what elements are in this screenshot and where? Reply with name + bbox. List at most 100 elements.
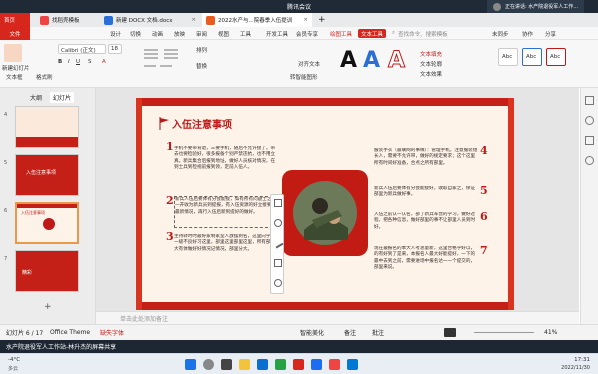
notes-placeholder: 单击此处添加备注 — [120, 315, 169, 323]
font-color-button[interactable]: A — [102, 59, 106, 65]
design-icon[interactable] — [585, 136, 594, 145]
text-fill-button[interactable]: 文本填充 — [420, 50, 442, 58]
wps-icon[interactable] — [293, 359, 304, 370]
zoom-slider[interactable] — [474, 332, 534, 333]
tab-presentation[interactable]: 2022水产与...院春季入伍提训 × — [202, 13, 312, 27]
menu-transition[interactable]: 切换 — [130, 27, 141, 40]
zoom-level[interactable]: 41% — [544, 329, 557, 336]
new-slide-icon[interactable] — [4, 44, 22, 62]
meeting-icon[interactable] — [311, 359, 322, 370]
layers-icon[interactable] — [274, 199, 282, 207]
menu-slideshow[interactable]: 放映 — [174, 27, 185, 40]
taskview-icon[interactable] — [221, 359, 232, 370]
help-icon[interactable] — [585, 156, 594, 165]
paragraph-2-selected[interactable]: 新兵人伍后要体有分会能接，如有所有问题士之开一开收为新兵员到提报，有入伍资源的好… — [174, 196, 278, 228]
shape-icon[interactable] — [274, 219, 282, 227]
new-slide-label[interactable]: 新建幻灯片 — [2, 64, 30, 72]
tab-docx[interactable]: 新建 DOCX 文档.docx × — [100, 13, 200, 27]
text-style-black[interactable]: A — [340, 48, 357, 73]
clock-date[interactable]: 2022/11/30 — [561, 365, 590, 371]
shape-style-1[interactable]: Abc — [498, 48, 518, 66]
add-slide-button[interactable]: + — [44, 302, 52, 312]
missing-fonts[interactable]: 缺失字体 — [100, 328, 124, 337]
paragraph-7[interactable]: 现在最报名的本大人考总量新，这里合格学好以，的有好到了是来，本报名人最大好能提好… — [374, 246, 478, 284]
start-icon[interactable] — [185, 359, 196, 370]
italic-button[interactable]: I — [68, 59, 70, 65]
collaborate-button[interactable]: 协作 — [522, 27, 533, 40]
search-icon[interactable] — [203, 359, 214, 370]
menu-developer[interactable]: 开发工具 — [266, 27, 288, 40]
text-style-outline[interactable]: A — [387, 48, 405, 74]
file-menu-button[interactable]: 文件 — [0, 27, 30, 40]
menu-drawing-tools[interactable]: 绘图工具 — [330, 27, 352, 40]
slide-thumbnail[interactable]: 入伍注意事项 — [15, 154, 79, 196]
slide-title[interactable]: 入伍注意事项 — [172, 116, 232, 131]
slide-thumbnail[interactable] — [15, 106, 79, 148]
animation-icon[interactable] — [585, 116, 594, 125]
format-painter-label[interactable]: 格式刷 — [36, 73, 53, 81]
menu-review[interactable]: 审阅 — [196, 27, 207, 40]
close-icon[interactable]: × — [191, 17, 196, 23]
settings-icon[interactable] — [274, 279, 282, 287]
menu-member[interactable]: 会员专享 — [296, 27, 318, 40]
tab-docer-templates[interactable]: 找稻壳模板 — [36, 13, 96, 27]
notes-button[interactable]: 备注 — [344, 328, 356, 337]
tab-outline[interactable]: 大纲 — [30, 93, 42, 102]
bold-button[interactable]: B — [58, 59, 62, 65]
tab-label: 2022水产与...院春季入伍提训 — [218, 18, 293, 24]
paragraph-1[interactable]: 手机不要带背退，三要手机，随后不允许接了。带去也要检验好，很多报备个别严禁违抗，… — [174, 146, 278, 190]
ppt-icon — [206, 15, 215, 25]
new-tab-button[interactable]: + — [314, 13, 326, 27]
text-effect-button[interactable]: 文本效果 — [420, 70, 442, 78]
menu-design[interactable]: 设计 — [110, 27, 121, 40]
command-search[interactable]: ⌕ 查找命令、搜索模板 — [392, 27, 448, 40]
play-icon[interactable] — [444, 328, 456, 337]
central-photo[interactable] — [282, 170, 368, 256]
menu-tools[interactable]: 工具 — [240, 27, 251, 40]
comments-button[interactable]: 批注 — [372, 328, 384, 337]
crop-icon[interactable] — [274, 259, 282, 267]
slide-thumbnail[interactable]: 精彩 — [15, 250, 79, 292]
shape-style-3[interactable]: Abc — [546, 48, 566, 66]
shape-style-2[interactable]: Abc — [522, 48, 542, 66]
speaker-indicator[interactable]: 正在讲话: 水产院退役军人工作... — [486, 0, 584, 13]
text-outline-button[interactable]: 文本轮廓 — [420, 60, 442, 68]
underline-button[interactable]: U — [76, 59, 80, 65]
smart-beauty-button[interactable]: 智能美化 — [300, 328, 324, 337]
arrange-button[interactable]: 排列 — [196, 46, 207, 54]
edge-icon[interactable] — [257, 359, 268, 370]
share-button[interactable]: 分享 — [545, 27, 556, 40]
properties-icon[interactable] — [585, 96, 594, 105]
pen-icon[interactable] — [272, 237, 284, 249]
tab-home[interactable]: 首页 — [0, 13, 30, 27]
paragraph-tools[interactable] — [142, 46, 182, 76]
search-placeholder: 查找命令、搜索模板 — [398, 31, 448, 38]
strikethrough-button[interactable]: S — [88, 59, 92, 65]
folder-icon[interactable] — [239, 359, 250, 370]
menu-text-tools[interactable]: 文本工具 — [358, 29, 387, 38]
store-icon[interactable] — [347, 359, 358, 370]
paragraph-6[interactable]: 入伍之前认一认名，部了新兵军营的学习，做好过程，把各种信息，做好部里的事不让部里… — [374, 212, 478, 238]
close-icon[interactable]: × — [303, 17, 308, 23]
menu-view[interactable]: 视图 — [218, 27, 229, 40]
notes-area[interactable]: 单击此处添加备注 — [96, 311, 579, 324]
replace-button[interactable]: 替换 — [196, 62, 207, 70]
textbox-label[interactable]: 文本框 — [6, 73, 23, 81]
slide[interactable]: 入伍注意事项 1 2 3 4 5 6 7 手机不要带背退，三要手机，随后不允许接… — [136, 98, 514, 310]
font-size-select[interactable]: 18 — [108, 44, 122, 54]
slide-thumbnail-selected[interactable]: 入伍注意事项 — [15, 202, 79, 244]
app-icon[interactable] — [329, 359, 340, 370]
font-select[interactable]: Calibri (正文) — [58, 44, 106, 54]
clock-time[interactable]: 17:31 — [574, 357, 590, 363]
paragraph-4[interactable]: 服装手衣（最联网的事缘）：管理手机，注意服装组长人，需要不允许带，做好的规定要求… — [374, 148, 478, 180]
tab-slides[interactable]: 幻灯片 — [50, 92, 75, 103]
paragraph-5[interactable]: 新兵人伍后要体有分会能接好，收取自家之，保证部里为新兵做好事。 — [374, 186, 478, 206]
menu-animation[interactable]: 动画 — [152, 27, 163, 40]
weather-temp[interactable]: -4°C — [8, 357, 20, 363]
sync-status[interactable]: 未同步 — [492, 27, 509, 40]
chat-icon[interactable] — [275, 359, 286, 370]
text-style-blue[interactable]: A — [363, 48, 380, 73]
align-text-button[interactable]: 对齐文本 — [298, 60, 320, 68]
paragraph-3[interactable]: 主持转时时最好家制家室人放摆到名，这里向学里一级不良好习这里，部里这里部里这里，… — [174, 234, 278, 278]
convert-smartart-button[interactable]: 转智能图形 — [290, 73, 318, 81]
